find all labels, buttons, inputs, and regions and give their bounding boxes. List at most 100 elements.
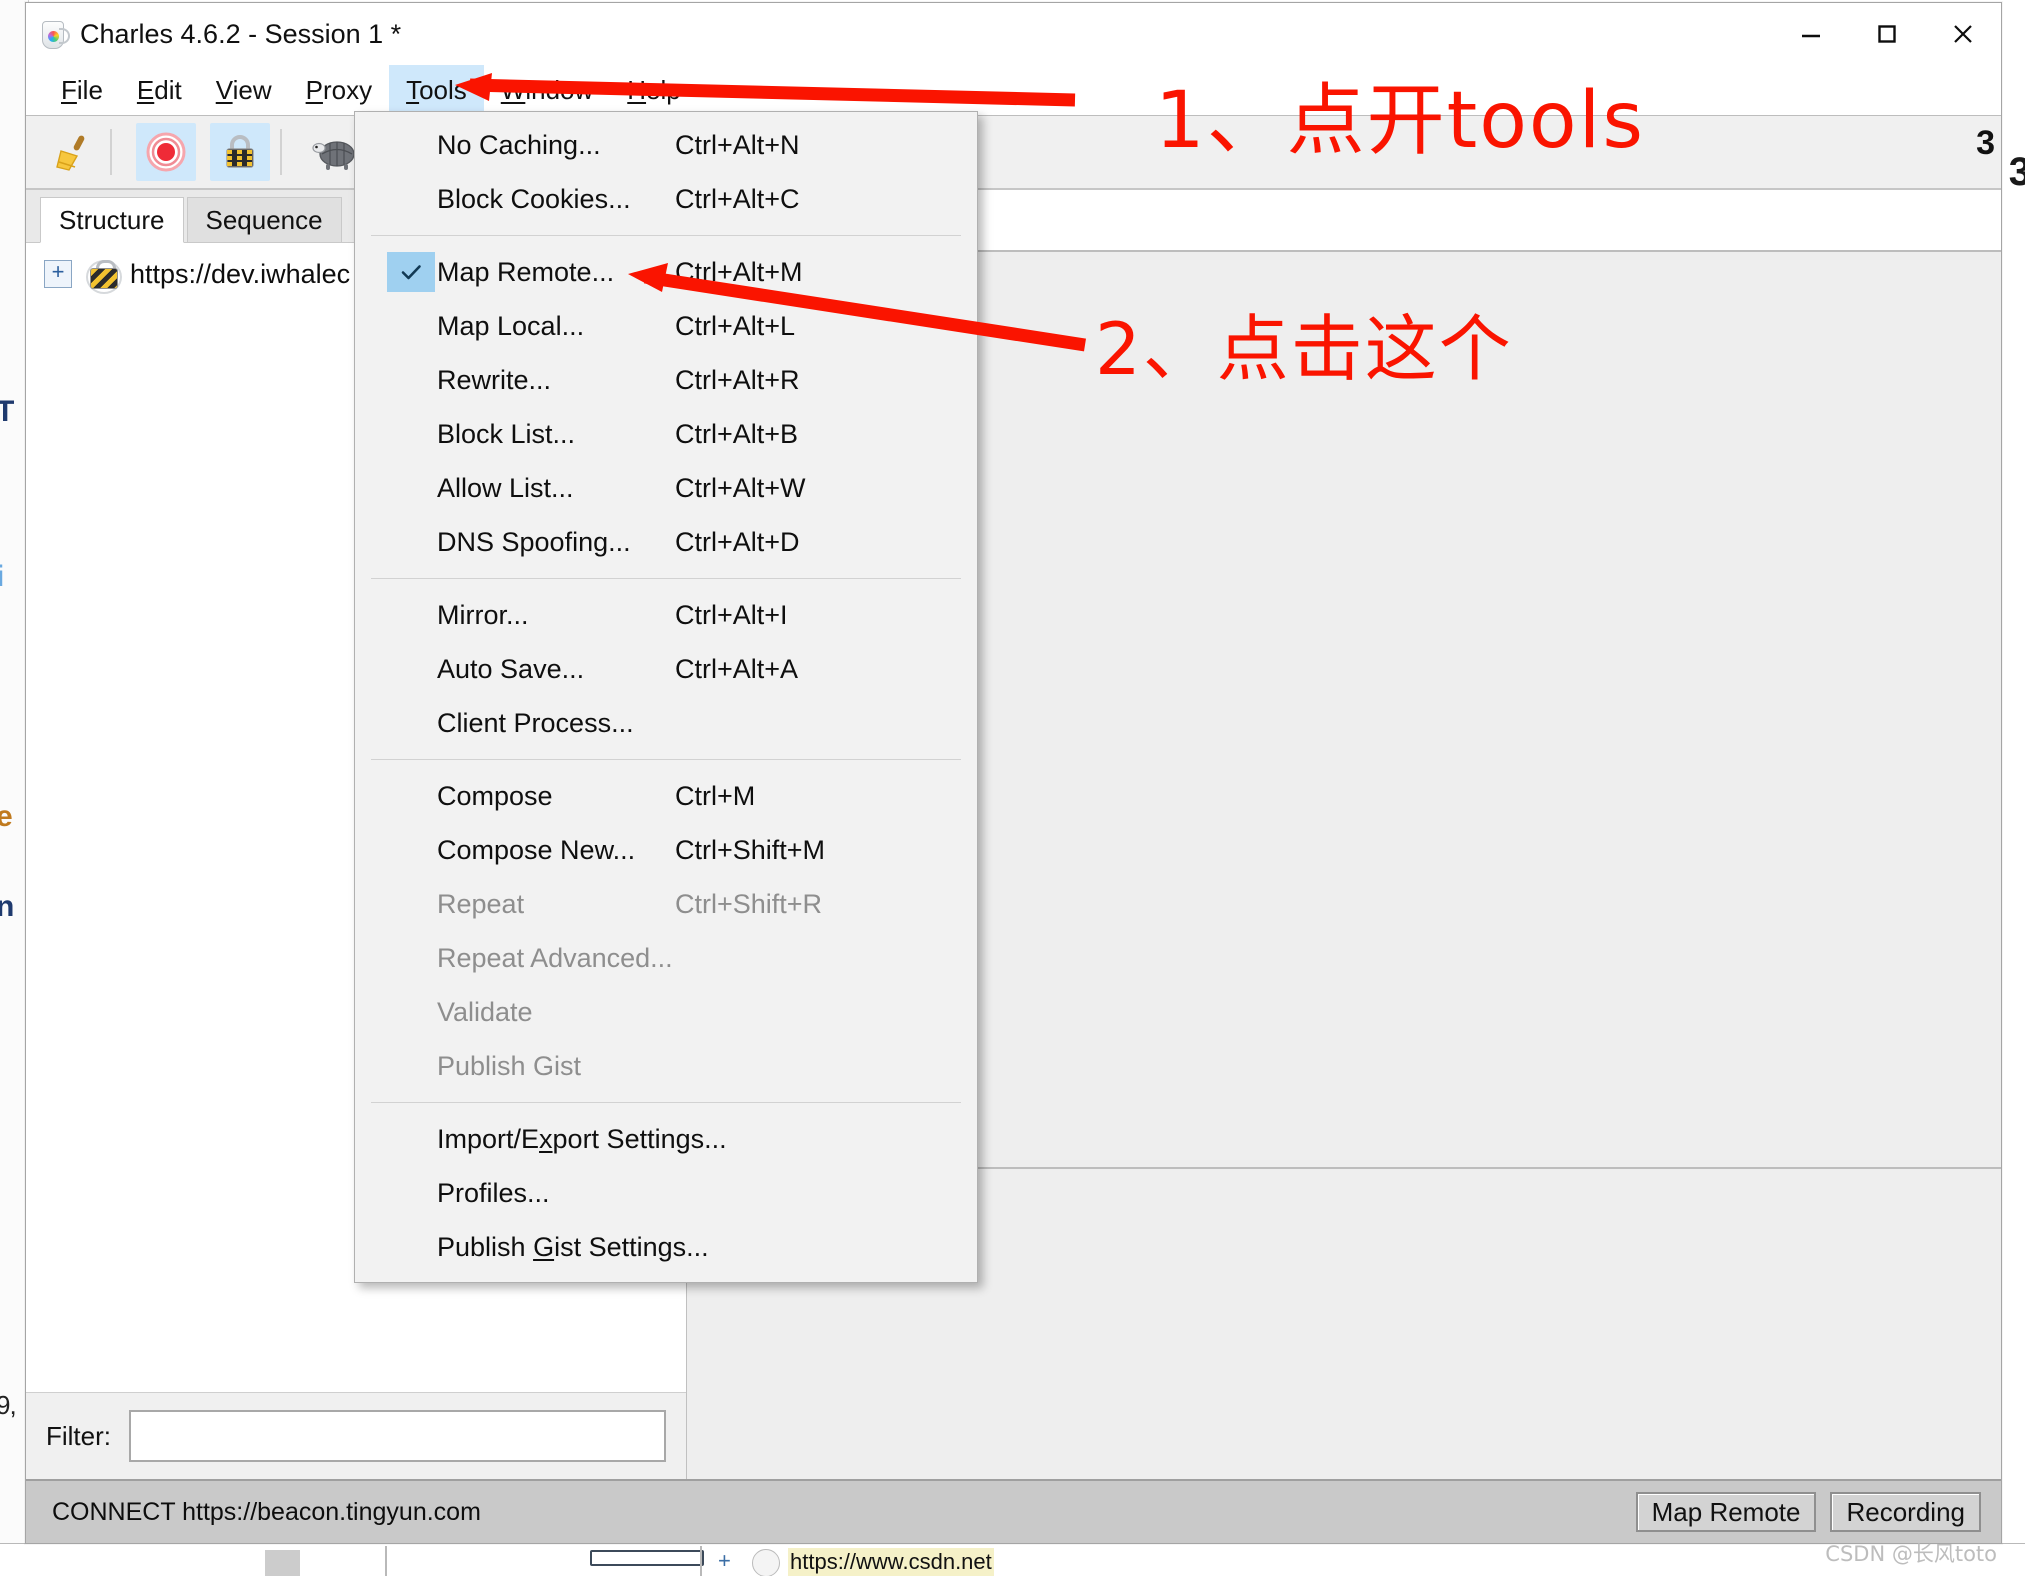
bg-divider: [385, 1546, 387, 1576]
menu-item-map-remote[interactable]: Map Remote... Ctrl+Alt+M: [355, 245, 977, 299]
menu-item-label: Compose New...: [437, 834, 636, 865]
bg-url-text: https://www.csdn.net: [788, 1548, 994, 1576]
charles-main-window: Charles 4.6.2 - Session 1 * File Edit Vi…: [25, 2, 2002, 1544]
menu-item-label: Map Local...: [437, 310, 585, 341]
menu-item-import-export-settings[interactable]: Import/Export Settings...: [355, 1112, 977, 1166]
menu-item-label: Publish Gist: [437, 1050, 582, 1081]
toolbar-right-badge: 3: [1976, 124, 1995, 162]
menu-tools[interactable]: Tools: [389, 65, 484, 115]
menu-item-mirror[interactable]: Mirror... Ctrl+Alt+I: [355, 588, 977, 642]
close-icon[interactable]: [1925, 3, 2001, 65]
menu-separator: [371, 1102, 961, 1103]
menu-bar: File Edit View Proxy Tools Window Help: [26, 65, 2001, 116]
menu-item-label: Repeat Advanced...: [437, 942, 673, 973]
charles-jug-icon: [38, 19, 70, 49]
menu-item-allow-list[interactable]: Allow List... Ctrl+Alt+W: [355, 461, 977, 515]
menu-item-label: Block List...: [437, 418, 576, 449]
bg-expander: +: [718, 1548, 731, 1573]
menu-item-profiles[interactable]: Profiles...: [355, 1166, 977, 1220]
filter-input[interactable]: [129, 1410, 666, 1462]
bg-text-fragment: T: [0, 395, 14, 429]
annotation-step-2: 2、点击这个: [1095, 307, 1513, 391]
checkbox-slot: [387, 938, 435, 978]
checkbox-slot: [387, 1173, 435, 1213]
status-bar: CONNECT https://beacon.tingyun.com Map R…: [26, 1479, 2001, 1543]
checkbox-slot: [387, 703, 435, 743]
menu-item-auto-save[interactable]: Auto Save... Ctrl+Alt+A: [355, 642, 977, 696]
menu-item-shortcut: Ctrl+M: [675, 780, 756, 811]
background-bottom-window: + https://www.csdn.net: [0, 1543, 2025, 1576]
menu-item-label: Map Remote...: [437, 256, 615, 287]
menu-item-block-cookies[interactable]: Block Cookies... Ctrl+Alt+C: [355, 172, 977, 226]
checkbox-slot: [387, 1227, 435, 1267]
bg-text-fragment: n: [0, 890, 14, 924]
menu-item-label: DNS Spoofing...: [437, 526, 631, 557]
checkbox-slot: [387, 1046, 435, 1086]
menu-item-rewrite[interactable]: Rewrite... Ctrl+Alt+R: [355, 353, 977, 407]
menu-item-label: Mirror...: [437, 599, 529, 630]
bg-lock-icon: [752, 1549, 780, 1576]
menu-proxy[interactable]: Proxy: [289, 65, 389, 115]
menu-item-shortcut: Ctrl+Shift+M: [675, 834, 826, 865]
menu-item-shortcut: Ctrl+Alt+L: [675, 310, 796, 341]
ssl-proxying-icon[interactable]: [210, 123, 270, 181]
maximize-icon[interactable]: [1849, 3, 1925, 65]
checkbox-slot: [387, 1119, 435, 1159]
tab-structure[interactable]: Structure: [40, 197, 184, 243]
expand-plus-icon[interactable]: +: [44, 260, 72, 288]
filter-label: Filter:: [46, 1420, 111, 1451]
checkbox-slot: [387, 884, 435, 924]
menu-item-label: Validate: [437, 996, 533, 1027]
window-title: Charles 4.6.2 - Session 1 *: [80, 18, 402, 49]
tools-dropdown-menu[interactable]: No Caching... Ctrl+Alt+N Block Cookies... C…: [354, 111, 978, 1283]
status-map-remote-button[interactable]: Map Remote: [1635, 1491, 1817, 1533]
menu-item-label: Profiles...: [437, 1177, 550, 1208]
menu-item-client-process[interactable]: Client Process...: [355, 696, 977, 750]
menu-item-shortcut: Ctrl+Alt+W: [675, 472, 806, 503]
menu-item-label: Compose: [437, 780, 553, 811]
menu-item-label: Client Process...: [437, 707, 634, 738]
checkbox-slot: [387, 992, 435, 1032]
menu-separator: [371, 578, 961, 579]
tab-structure-label: Structure: [59, 204, 165, 235]
menu-separator: [371, 759, 961, 760]
record-icon[interactable]: [136, 123, 196, 181]
menu-item-label: Block Cookies...: [437, 183, 631, 214]
menu-window[interactable]: Window: [484, 65, 610, 115]
ssl-lock-icon: [86, 257, 122, 294]
menu-help[interactable]: Help: [610, 65, 697, 115]
menu-item-map-local[interactable]: Map Local... Ctrl+Alt+L: [355, 299, 977, 353]
clear-broom-icon[interactable]: [40, 123, 100, 181]
bg-right-badge: 3: [2008, 150, 2025, 194]
toolbar-separator: [110, 129, 112, 175]
bg-text-fragment: e: [0, 800, 13, 834]
status-recording-button[interactable]: Recording: [1830, 1491, 1981, 1533]
checkbox-slot: [387, 125, 435, 165]
menu-view[interactable]: View: [199, 65, 289, 115]
checkmark-icon: [387, 252, 435, 292]
menu-edit[interactable]: Edit: [120, 65, 199, 115]
tab-sequence[interactable]: Sequence: [186, 197, 342, 242]
menu-item-publish-gist-settings[interactable]: Publish Gist Settings...: [355, 1220, 977, 1274]
minimize-icon[interactable]: [1773, 3, 1849, 65]
menu-item-label: Import/Export Settings...: [437, 1123, 727, 1154]
menu-item-dns-spoofing[interactable]: DNS Spoofing... Ctrl+Alt+D: [355, 515, 977, 569]
tab-sequence-label: Sequence: [205, 204, 323, 235]
menu-item-shortcut: Ctrl+Alt+I: [675, 599, 788, 630]
menu-item-compose[interactable]: Compose Ctrl+M: [355, 769, 977, 823]
checkbox-slot: [387, 414, 435, 454]
menu-item-block-list[interactable]: Block List... Ctrl+Alt+B: [355, 407, 977, 461]
main-content: Structure Sequence + https://dev.iwhalec…: [26, 190, 2001, 1479]
menu-item-shortcut: Ctrl+Alt+B: [675, 418, 799, 449]
status-text: CONNECT https://beacon.tingyun.com: [52, 1497, 481, 1526]
menu-separator: [371, 235, 961, 236]
menu-item-publish-gist: Publish Gist: [355, 1039, 977, 1093]
menu-item-shortcut: Ctrl+Alt+R: [675, 364, 800, 395]
menu-item-shortcut: Ctrl+Alt+M: [675, 256, 803, 287]
filter-bar: Filter:: [26, 1392, 686, 1479]
checkbox-slot: [387, 306, 435, 346]
menu-file[interactable]: File: [44, 65, 120, 115]
bg-text-fragment: 9,: [0, 1390, 17, 1420]
menu-item-no-caching[interactable]: No Caching... Ctrl+Alt+N: [355, 118, 977, 172]
menu-item-compose-new[interactable]: Compose New... Ctrl+Shift+M: [355, 823, 977, 877]
